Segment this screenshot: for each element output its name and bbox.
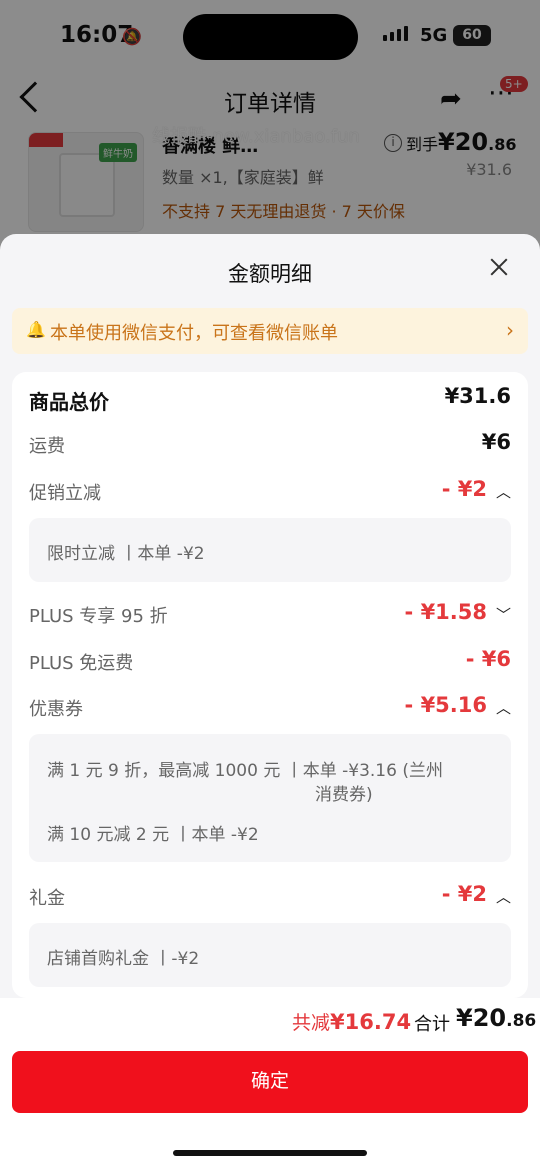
gift-detail: 店铺首购礼金 丨-¥2 [47, 949, 200, 969]
promo-label: 促销立减 [29, 483, 101, 504]
row-gift[interactable]: 礼金 - ¥2 ︿ [29, 882, 511, 914]
row-plus-discount[interactable]: PLUS 专享 95 折 - ¥1.58 ﹀ [29, 600, 511, 632]
total-saved: 共减¥16.74 [292, 1008, 411, 1035]
sum-value: ¥20.86 [456, 1004, 536, 1032]
gift-detail-box: 店铺首购礼金 丨-¥2 [29, 923, 511, 987]
row-total: 商品总价 ¥31.6 [29, 384, 511, 416]
confirm-button[interactable]: 确定 [12, 1051, 528, 1113]
promo-value: - ¥2 [441, 477, 487, 501]
saved-label: 共减 [292, 1012, 331, 1034]
chevron-down-icon[interactable]: ﹀ [496, 604, 511, 625]
row-shipping: 运费 ¥6 [29, 430, 511, 462]
sum-int: ¥20 [456, 1004, 507, 1032]
order-detail-page: 16:07 🔕 5G 60 订单详情 ➦ ⋯ 5+ 鲜牛奶 香满楼 鲜… i 到… [0, 0, 540, 260]
plus-shipping-value: - ¥6 [465, 647, 511, 671]
coupon-detail-box: 满 1 元 9 折，最高减 1000 元 丨本单 -¥3.16 (兰州 消费券)… [29, 734, 511, 862]
plus-discount-label: PLUS 专享 95 折 [29, 606, 168, 627]
coupon-detail-2: 满 10 元减 2 元 丨本单 -¥2 [47, 825, 259, 845]
bell-icon: 🔔 [26, 320, 46, 339]
gift-label: 礼金 [29, 888, 65, 909]
plus-shipping-label: PLUS 免运费 [29, 653, 134, 674]
shipping-label: 运费 [29, 436, 65, 457]
promo-detail-box: 限时立减 丨本单 -¥2 [29, 518, 511, 582]
row-promo[interactable]: 促销立减 - ¥2 ︿ [29, 477, 511, 509]
chevron-right-icon: › [506, 318, 514, 342]
saved-value: ¥16.74 [330, 1010, 412, 1034]
coupon-detail-1: 满 1 元 9 折，最高减 1000 元 丨本单 -¥3.16 (兰州 [47, 761, 443, 781]
chevron-up-icon[interactable]: ︿ [496, 886, 511, 907]
sum-label: 合计 [414, 1014, 450, 1035]
chevron-up-icon[interactable]: ︿ [496, 481, 511, 502]
home-indicator [173, 1150, 367, 1156]
gift-value: - ¥2 [441, 882, 487, 906]
shipping-value: ¥6 [481, 430, 511, 454]
row-plus-shipping: PLUS 免运费 - ¥6 [29, 647, 511, 679]
promo-detail: 限时立减 丨本单 -¥2 [47, 544, 205, 564]
close-icon[interactable] [488, 256, 510, 278]
chevron-up-icon[interactable]: ︿ [496, 697, 511, 718]
coupon-label: 优惠券 [29, 699, 83, 720]
total-label: 商品总价 [29, 390, 109, 414]
sheet-footer: 共减¥16.74 合计 ¥20.86 确定 [0, 998, 540, 1169]
amount-detail-sheet: 金额明细 🔔 本单使用微信支付，可查看微信账单 › 商品总价 ¥31.6 运费 … [0, 234, 540, 1169]
amount-card: 商品总价 ¥31.6 运费 ¥6 促销立减 - ¥2 ︿ 限时立减 丨本单 -¥… [12, 372, 528, 998]
plus-discount-value: - ¥1.58 [404, 600, 487, 624]
notice-text: 本单使用微信支付，可查看微信账单 [50, 323, 338, 344]
total-value: ¥31.6 [444, 384, 511, 408]
modal-overlay[interactable] [0, 0, 540, 260]
coupon-detail-1-wrap: 消费券) [315, 785, 373, 805]
sheet-title: 金额明细 [228, 262, 312, 286]
wechat-notice-banner[interactable]: 🔔 本单使用微信支付，可查看微信账单 › [12, 308, 528, 354]
row-coupon[interactable]: 优惠券 - ¥5.16 ︿ [29, 693, 511, 725]
sum-dec: .86 [506, 1011, 537, 1031]
coupon-value: - ¥5.16 [404, 693, 487, 717]
